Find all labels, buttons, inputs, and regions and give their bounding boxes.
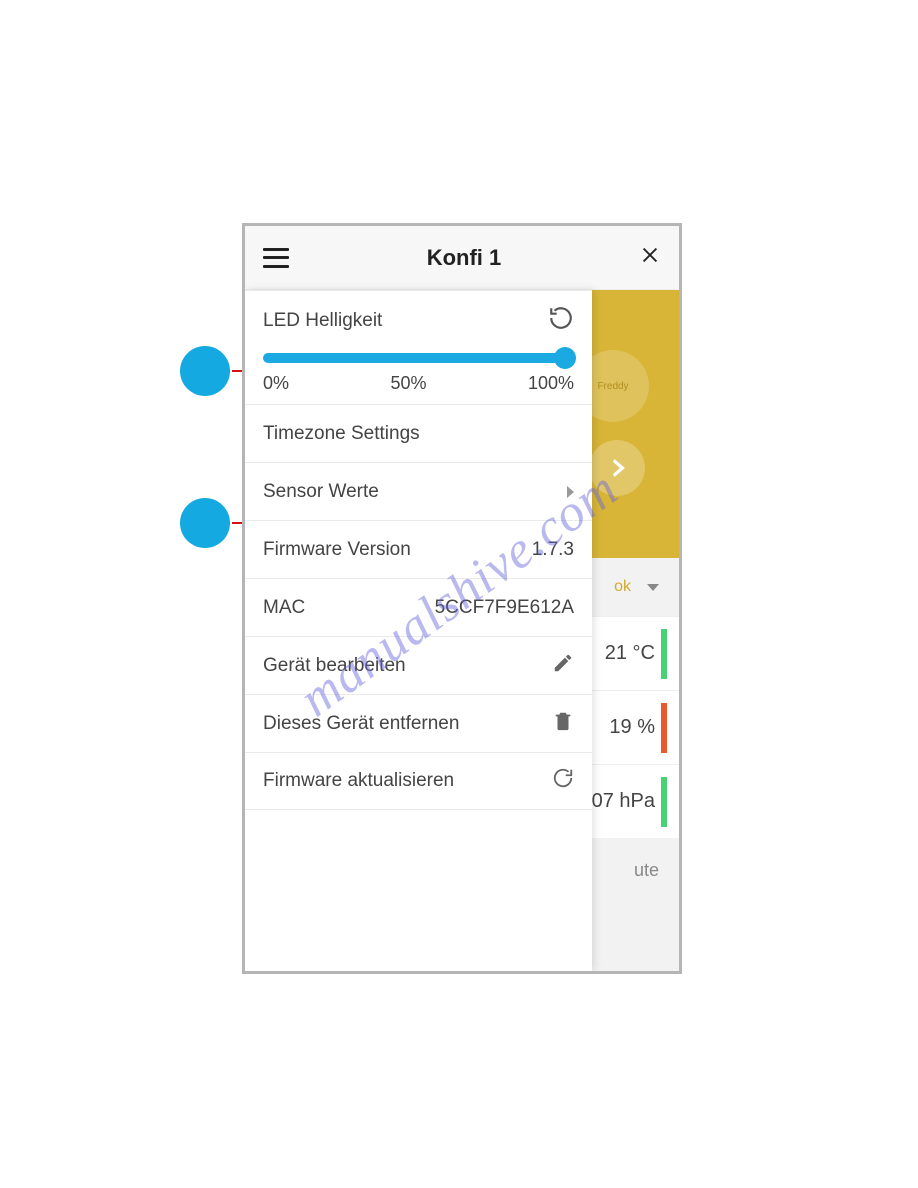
item-value: 1.7.3 bbox=[532, 539, 574, 561]
edit-device-item[interactable]: Gerät bearbeiten bbox=[245, 636, 592, 694]
reset-icon[interactable] bbox=[548, 305, 574, 337]
firmware-version-item: Firmware Version 1.7.3 bbox=[245, 520, 592, 578]
phone-frame: Konfi 1 Freddy ok 21 °C 19 % bbox=[242, 223, 682, 974]
timezone-settings-item[interactable]: Timezone Settings bbox=[245, 404, 592, 462]
update-icon bbox=[552, 767, 574, 795]
item-label: Timezone Settings bbox=[263, 423, 420, 445]
callout-dot-1 bbox=[180, 346, 230, 396]
item-label: Gerät bearbeiten bbox=[263, 655, 406, 677]
brightness-slider[interactable]: 0% 50% 100% bbox=[263, 353, 574, 394]
chevron-down-icon bbox=[647, 584, 659, 591]
status-text: ok bbox=[614, 578, 631, 596]
app-header: Konfi 1 bbox=[245, 226, 679, 290]
item-label: Firmware Version bbox=[263, 539, 411, 561]
remove-device-item[interactable]: Dieses Gerät entfernen bbox=[245, 694, 592, 752]
callout-dot-2 bbox=[180, 498, 230, 548]
page-title: Konfi 1 bbox=[427, 245, 502, 271]
item-label: Firmware aktualisieren bbox=[263, 770, 454, 792]
item-value: 5CCF7F9E612A bbox=[435, 597, 574, 619]
metric-value: 19 % bbox=[609, 716, 655, 739]
slider-tick-max: 100% bbox=[528, 373, 574, 394]
status-indicator-green bbox=[661, 777, 667, 827]
update-firmware-item[interactable]: Firmware aktualisieren bbox=[245, 752, 592, 810]
slider-tick-mid: 50% bbox=[390, 373, 426, 394]
status-indicator-red bbox=[661, 703, 667, 753]
next-device-button[interactable] bbox=[589, 440, 645, 496]
item-label: Sensor Werte bbox=[263, 481, 379, 503]
slider-thumb[interactable] bbox=[554, 347, 576, 369]
slider-tick-min: 0% bbox=[263, 373, 289, 394]
trash-icon bbox=[552, 710, 574, 738]
metric-value: 21 °C bbox=[605, 642, 655, 665]
led-brightness-section: LED Helligkeit 0% 50% 100% bbox=[245, 290, 592, 404]
settings-panel: LED Helligkeit 0% 50% 100% Timezone Sett… bbox=[245, 290, 592, 971]
mac-address-item: MAC 5CCF7F9E612A bbox=[245, 578, 592, 636]
chevron-right-icon bbox=[567, 486, 574, 498]
sensor-values-item[interactable]: Sensor Werte bbox=[245, 462, 592, 520]
status-indicator-green bbox=[661, 629, 667, 679]
item-label: MAC bbox=[263, 597, 305, 619]
led-label: LED Helligkeit bbox=[263, 310, 382, 332]
close-icon[interactable] bbox=[639, 244, 661, 272]
footer-text: ute bbox=[634, 860, 659, 881]
menu-icon[interactable] bbox=[263, 248, 289, 268]
item-label: Dieses Gerät entfernen bbox=[263, 713, 459, 735]
pencil-icon bbox=[552, 652, 574, 680]
